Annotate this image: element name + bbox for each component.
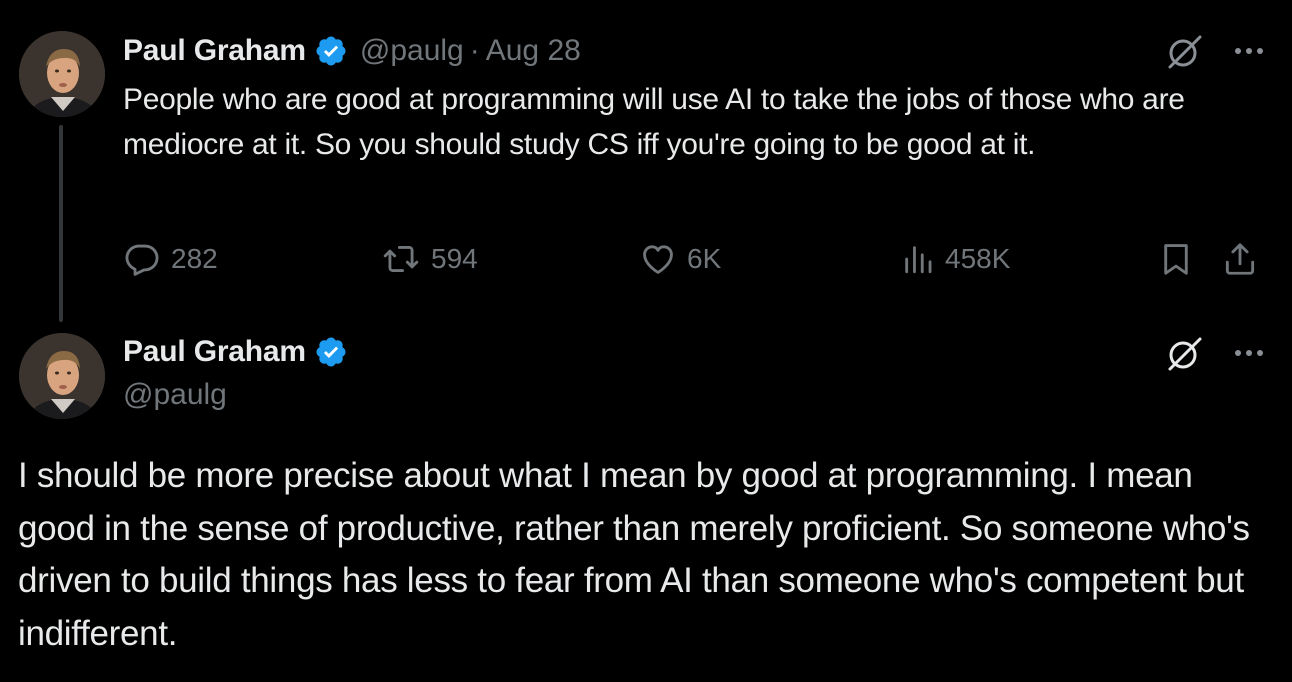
avatar[interactable] (19, 333, 105, 419)
share-button[interactable] (1221, 236, 1259, 282)
repost-count: 594 (431, 243, 478, 274)
tweet2-text: I should be more precise about what I me… (18, 456, 1250, 653)
reply-button[interactable]: 282 (123, 236, 218, 282)
thread-connector-line (59, 125, 63, 322)
reply-count: 282 (171, 243, 218, 274)
tweet2-top-icons (1166, 334, 1264, 372)
bookmark-button[interactable] (1157, 236, 1195, 282)
tweet1-header: Paul Graham @paulg · Aug 28 (123, 29, 581, 73)
bookmark-icon (1164, 244, 1188, 275)
like-count: 6K (687, 243, 722, 274)
author-name[interactable]: Paul Graham (123, 335, 306, 369)
tweet-thread: Paul Graham @paulg · Aug 28 People who a (0, 0, 1292, 682)
separator: · (469, 34, 480, 67)
heart-icon (643, 245, 673, 274)
grok-icon[interactable] (1166, 32, 1204, 70)
avatar[interactable] (19, 31, 105, 117)
grok-icon[interactable] (1166, 334, 1204, 372)
tweet1-text: People who are good at programming will … (123, 83, 1185, 161)
views-button[interactable]: 458K (901, 236, 1010, 282)
views-icon (905, 246, 932, 274)
repost-button[interactable]: 594 (381, 236, 478, 282)
like-button[interactable]: 6K (639, 236, 721, 282)
verified-badge-icon (314, 335, 348, 369)
reply-icon (125, 244, 159, 276)
tweet-date[interactable]: Aug 28 (486, 34, 581, 68)
repost-icon (383, 246, 419, 272)
more-icon[interactable] (1234, 46, 1264, 56)
tweet1-top-icons (1166, 32, 1264, 70)
author-handle[interactable]: @paulg (123, 378, 227, 412)
verified-badge-icon (314, 34, 348, 68)
more-icon[interactable] (1234, 348, 1264, 358)
tweet2-header: Paul Graham (123, 330, 348, 374)
author-name[interactable]: Paul Graham (123, 34, 306, 68)
share-icon (1225, 243, 1255, 275)
views-count: 458K (945, 243, 1011, 274)
tweet1-action-bar: 282 594 6K 458K (123, 236, 1263, 282)
author-handle[interactable]: @paulg (360, 34, 464, 68)
